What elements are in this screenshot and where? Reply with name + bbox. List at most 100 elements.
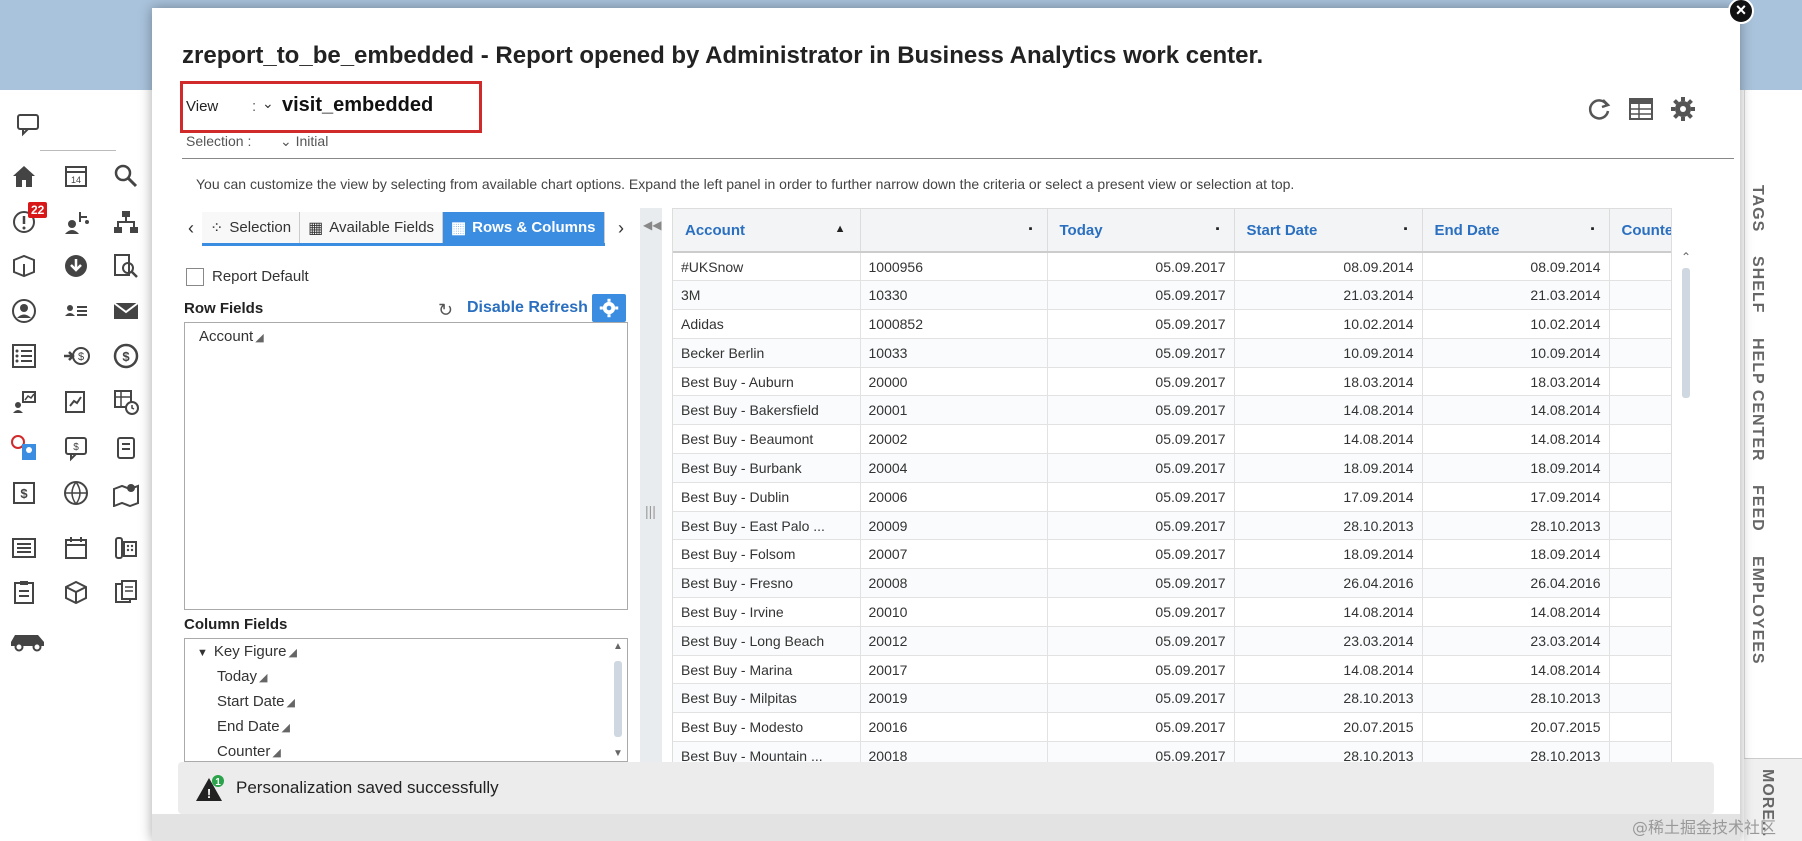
- column-header-end-date[interactable]: End Date ▪: [1422, 209, 1610, 253]
- home-icon[interactable]: [8, 160, 40, 192]
- car-icon[interactable]: [8, 622, 48, 654]
- table-row[interactable]: Adidas 1000852 05.09.2017 10.02.2014 10.02.2…: [673, 309, 1671, 339]
- report-default-checkbox[interactable]: [186, 268, 204, 286]
- table-row[interactable]: Best Buy - Folsom 20007 05.09.2017 18.09.20…: [673, 539, 1671, 570]
- scroll-thumb[interactable]: [1682, 268, 1690, 398]
- table-row[interactable]: Best Buy - Dublin 20006 05.09.2017 17.09.20…: [673, 482, 1671, 512]
- collapse-left-icon[interactable]: ◀◀: [643, 218, 661, 232]
- table-row[interactable]: Best Buy - Auburn 20000 05.09.2017 18.03.20…: [673, 367, 1671, 397]
- table-row[interactable]: Best Buy - Burbank 20004 05.09.2017 18.09.2…: [673, 453, 1671, 483]
- table-row[interactable]: 3M 10330 05.09.2017 21.03.2014 21.03.2014: [673, 280, 1671, 311]
- column-field-item[interactable]: Counter ◢: [185, 739, 627, 761]
- right-tab-tags[interactable]: TAGS: [1748, 185, 1766, 232]
- right-tab-shelf[interactable]: SHELF: [1748, 256, 1766, 313]
- dollar-circle-icon[interactable]: $: [110, 340, 142, 372]
- globe-icon[interactable]: [60, 477, 92, 509]
- table-scrollbar[interactable]: ⌃: [1678, 250, 1694, 768]
- column-header-start-date[interactable]: Start Date ▪: [1234, 209, 1423, 253]
- tab-rows-columns[interactable]: ▦ Rows & Columns: [443, 212, 605, 243]
- table-row[interactable]: Best Buy - Marina 20017 05.09.2017 14.08.20…: [673, 655, 1671, 685]
- column-field-item[interactable]: Today ◢: [185, 664, 627, 689]
- table-row[interactable]: Best Buy - Beaumont 20002 05.09.2017 14.08.…: [673, 424, 1671, 455]
- org-people-icon[interactable]: [60, 206, 92, 238]
- calendar-icon[interactable]: [60, 532, 92, 564]
- row-field-item[interactable]: Account ◢: [185, 323, 627, 345]
- table-row[interactable]: #UKSnow 1000956 05.09.2017 08.09.2014 08.09.…: [673, 252, 1671, 282]
- table-row[interactable]: Best Buy - Irvine 20010 05.09.2017 14.08.20…: [673, 597, 1671, 627]
- phone-directory-icon[interactable]: [110, 532, 142, 564]
- mail-icon[interactable]: [110, 295, 142, 327]
- list-detail-icon[interactable]: [8, 532, 40, 564]
- search-icon[interactable]: [110, 160, 142, 192]
- column-header-id[interactable]: ▪: [860, 209, 1048, 253]
- column-menu-icon[interactable]: ▪: [1029, 223, 1033, 235]
- chat-icon[interactable]: [12, 108, 44, 140]
- chevron-left-icon[interactable]: ‹: [188, 218, 194, 239]
- notebook-icon[interactable]: [110, 432, 142, 464]
- drag-grip-icon[interactable]: |||: [645, 503, 656, 519]
- invoice-chat-icon[interactable]: $: [60, 432, 92, 464]
- column-header-counter[interactable]: Counte: [1609, 209, 1671, 253]
- gear-icon[interactable]: [1670, 96, 1698, 124]
- table-row[interactable]: Becker Berlin 10033 05.09.2017 10.09.2014 10…: [673, 338, 1671, 368]
- scroll-down-icon[interactable]: ▼: [613, 748, 623, 759]
- column-menu-icon[interactable]: ▪: [1404, 223, 1408, 235]
- download-icon[interactable]: [60, 250, 92, 282]
- table-cell: 20.07.2015: [1422, 712, 1610, 743]
- documents-icon[interactable]: [110, 576, 142, 608]
- map-pin-icon[interactable]: [110, 477, 142, 509]
- schedule-grid-icon[interactable]: [110, 386, 142, 418]
- products-icon[interactable]: [8, 250, 40, 282]
- panel-splitter[interactable]: ◀◀ |||: [640, 208, 662, 796]
- column-menu-icon[interactable]: ▪: [1216, 223, 1220, 235]
- column-field-group[interactable]: ▼ Key Figure ◢: [185, 639, 627, 664]
- refresh-small-icon[interactable]: ↻: [438, 300, 453, 321]
- expand-triangle-icon[interactable]: ▼: [197, 647, 208, 659]
- table-row[interactable]: Best Buy - Long Beach 20012 05.09.2017 23.0…: [673, 626, 1671, 656]
- document-search-icon[interactable]: [110, 250, 142, 282]
- trend-people-icon[interactable]: [8, 386, 40, 418]
- column-field-item[interactable]: End Date ◢: [185, 714, 627, 739]
- table-row[interactable]: Best Buy - Fresno 20008 05.09.2017 26.04.20…: [673, 568, 1671, 599]
- right-tab-help-center[interactable]: HELP CENTER: [1748, 338, 1766, 462]
- scroll-up-icon[interactable]: ▲: [613, 641, 623, 652]
- disable-refresh-link[interactable]: Disable Refresh: [467, 299, 588, 317]
- chevron-down-icon[interactable]: ⌄: [262, 95, 274, 112]
- table-row[interactable]: Best Buy - Modesto 20016 05.09.2017 20.07.2…: [673, 712, 1671, 743]
- refresh-icon[interactable]: [1586, 96, 1614, 124]
- table-row[interactable]: Best Buy - East Palo ... 20009 05.09.2017 2…: [673, 511, 1671, 541]
- table-cell: 05.09.2017: [1047, 338, 1235, 368]
- column-fields-list[interactable]: ▼ Key Figure ◢ Today ◢ Start Date ◢ End Date…: [184, 638, 628, 762]
- row-settings-gear-icon[interactable]: [592, 294, 626, 322]
- contact-list-icon[interactable]: [60, 295, 92, 327]
- payment-arrow-icon[interactable]: $: [60, 340, 92, 372]
- column-field-item[interactable]: Start Date ◢: [185, 689, 627, 714]
- table-row[interactable]: Best Buy - Milpitas 20019 05.09.2017 28.10.…: [673, 683, 1671, 714]
- checklist-icon[interactable]: [8, 340, 40, 372]
- tab-available-fields[interactable]: ▦ Available Fields: [300, 212, 444, 243]
- scroll-thumb[interactable]: [614, 661, 622, 737]
- column-fields-scrollbar[interactable]: ▲ ▼: [611, 641, 625, 759]
- calendar-day-icon[interactable]: 14: [60, 160, 92, 192]
- column-header-today[interactable]: Today ▪: [1047, 209, 1235, 253]
- report-edit-icon[interactable]: [60, 386, 92, 418]
- clipboard-icon[interactable]: [8, 576, 40, 608]
- selection-select[interactable]: ⌄ Initial: [280, 133, 328, 150]
- hierarchy-icon[interactable]: [110, 206, 142, 238]
- table-row[interactable]: Best Buy - Bakersfield 20001 05.09.2017 14.…: [673, 395, 1671, 426]
- chevron-right-icon[interactable]: ›: [618, 218, 624, 239]
- view-select[interactable]: visit_embedded: [282, 94, 433, 117]
- box-icon[interactable]: [60, 576, 92, 608]
- tab-selection[interactable]: ⁘ Selection: [202, 212, 301, 243]
- right-tab-employees[interactable]: EMPLOYEES: [1748, 556, 1766, 665]
- sort-ascending-icon[interactable]: ▲: [835, 223, 846, 235]
- table-view-icon[interactable]: [1628, 96, 1656, 124]
- dollar-document-icon[interactable]: $: [8, 477, 40, 509]
- row-fields-list[interactable]: Account ◢: [184, 322, 628, 610]
- user-circle-icon[interactable]: [8, 295, 40, 327]
- scroll-up-icon[interactable]: ⌃: [1681, 250, 1691, 264]
- column-menu-icon[interactable]: ▪: [1591, 223, 1595, 235]
- time-attendance-icon[interactable]: [8, 432, 40, 464]
- right-tab-feed[interactable]: FEED: [1748, 485, 1766, 532]
- column-header-account[interactable]: Account ▲: [673, 209, 861, 253]
